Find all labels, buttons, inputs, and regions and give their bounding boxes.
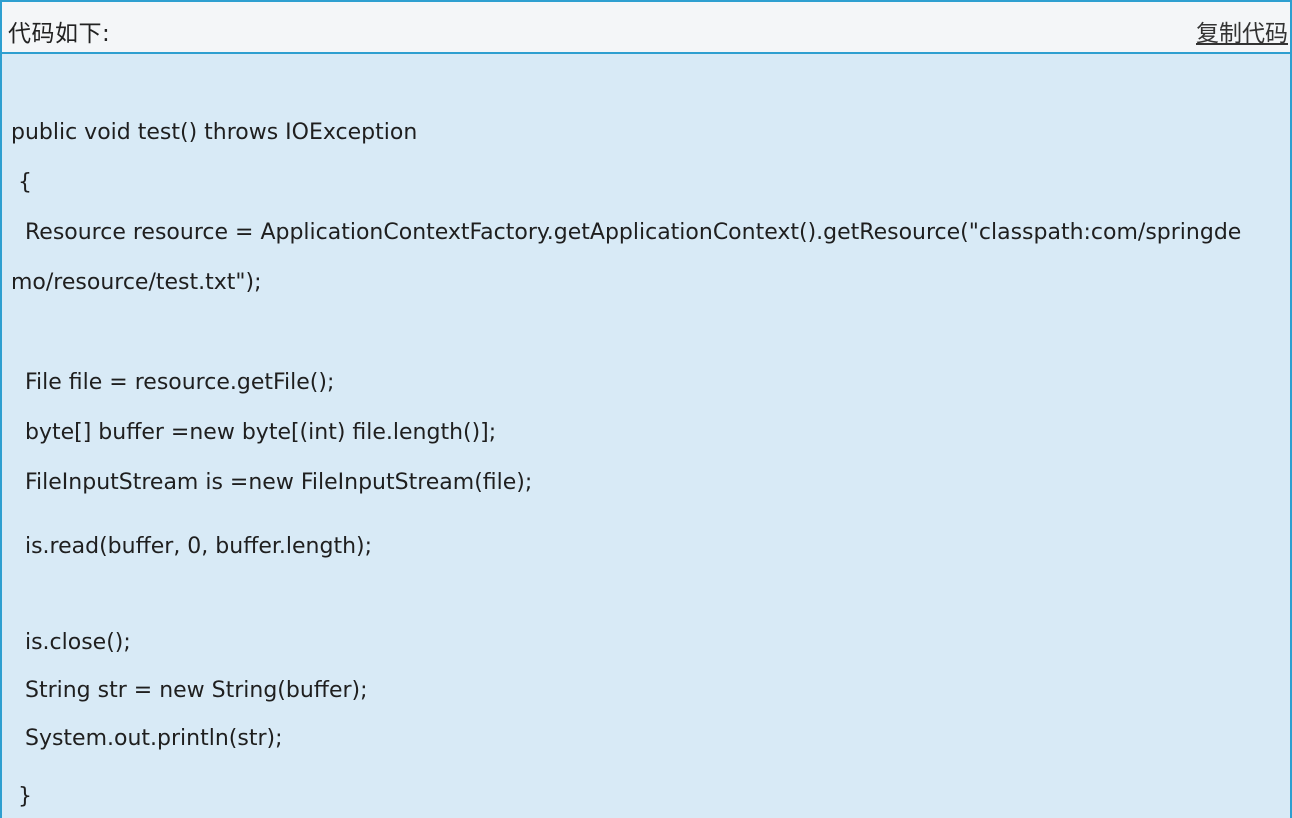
code-line: is.read(buffer, 0, buffer.length); <box>11 534 373 559</box>
code-body: public void test() throws IOException { … <box>11 56 1286 818</box>
code-line: File file = resource.getFile(); <box>11 370 335 395</box>
code-line: } <box>11 784 32 809</box>
code-line: { <box>11 170 32 195</box>
code-header: 代码如下: 复制代码 <box>2 2 1290 54</box>
code-line: byte[] buffer =new byte[(int) file.lengt… <box>11 420 497 445</box>
code-line: public void test() throws IOException <box>11 120 418 145</box>
copy-code-link[interactable]: 复制代码 <box>1196 14 1288 48</box>
code-block: 代码如下: 复制代码 public void test() throws IOE… <box>0 0 1292 818</box>
code-line: mo/resource/test.txt"); <box>11 270 262 295</box>
code-line: String str = new String(buffer); <box>11 678 368 703</box>
code-line: Resource resource = ApplicationContextFa… <box>11 220 1242 245</box>
code-line: FileInputStream is =new FileInputStream(… <box>11 470 533 495</box>
code-header-title: 代码如下: <box>8 21 111 47</box>
code-line: is.close(); <box>11 630 131 655</box>
code-line: System.out.println(str); <box>11 726 283 751</box>
